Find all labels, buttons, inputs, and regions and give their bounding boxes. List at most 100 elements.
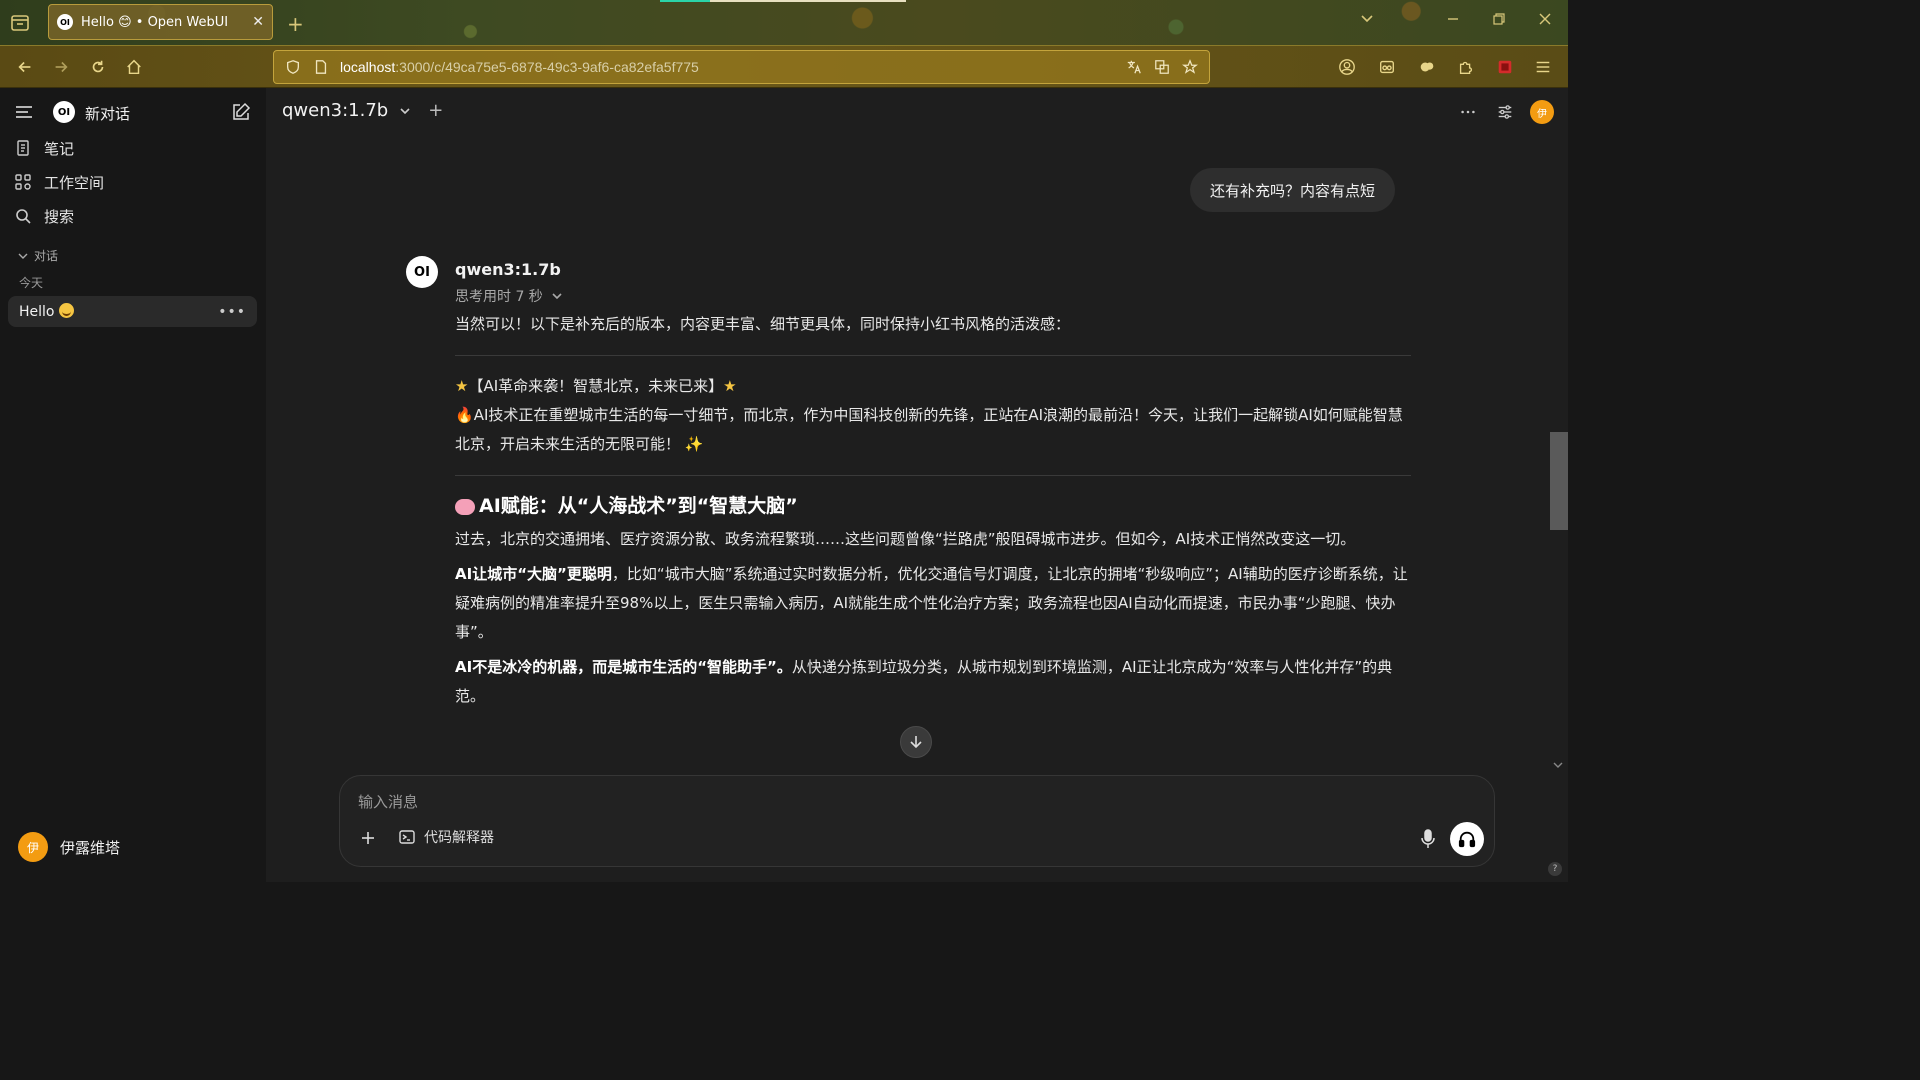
restore-icon[interactable]	[1492, 12, 1506, 30]
brain-emoji-icon	[455, 498, 475, 515]
help-icon[interactable]: ?	[1548, 862, 1562, 876]
translate-icon[interactable]	[1125, 58, 1143, 76]
user-avatar: 伊	[18, 832, 48, 862]
new-chat-edit-icon[interactable]	[231, 102, 251, 122]
controls-sliders-icon[interactable]	[1495, 102, 1515, 122]
privacy-mask-icon[interactable]	[1376, 56, 1398, 78]
chat-title-text: Hello	[19, 304, 55, 320]
arrow-down-icon	[910, 736, 922, 749]
new-chat-label[interactable]: 新对话	[85, 103, 130, 124]
url-host: localhost	[340, 59, 396, 75]
fire-emoji-icon: 🔥	[455, 406, 474, 424]
chats-section-toggle[interactable]: 对话	[18, 247, 58, 264]
scrollbar-down-arrow-icon[interactable]	[1553, 760, 1563, 773]
code-interpreter-button[interactable]: 代码解释器	[398, 827, 494, 847]
back-arrow-icon[interactable]	[14, 56, 36, 78]
user-menu[interactable]: 伊 伊露维塔	[18, 832, 120, 862]
user-name: 伊露维塔	[60, 838, 121, 857]
close-window-icon[interactable]	[1538, 12, 1552, 30]
message-input[interactable]	[358, 790, 1458, 814]
extensions-puzzle-icon[interactable]	[1455, 56, 1477, 78]
assistant-name: qwen3:1.7b	[455, 260, 561, 279]
header-user-avatar[interactable]: 伊	[1530, 100, 1554, 124]
shield-icon[interactable]	[284, 58, 302, 76]
tab-title: Hello 😊 • Open WebUI	[81, 14, 229, 30]
banner-text: 【AI革命来袭！智慧北京，未来已来】	[468, 377, 724, 395]
reload-icon[interactable]	[87, 56, 109, 78]
chevron-down-icon	[552, 293, 562, 300]
tab-close-icon[interactable]: ✕	[252, 14, 264, 30]
sidebar-item-search[interactable]: 搜索	[14, 204, 74, 228]
thinking-duration: 思考用时 7 秒	[455, 289, 543, 305]
thinking-toggle[interactable]: 思考用时 7 秒	[455, 286, 563, 306]
url-path: :3000/c/49ca75e5-6878-49c3-9af6-ca82efa5…	[395, 59, 699, 75]
more-options-icon[interactable]	[1458, 102, 1478, 122]
voice-mode-button[interactable]	[1450, 822, 1484, 856]
extension-cloud-icon[interactable]	[1416, 56, 1438, 78]
url-text[interactable]: localhost:3000/c/49ca75e5-6878-49c3-9af6…	[340, 59, 1115, 75]
model-name: qwen3:1.7b	[282, 100, 389, 121]
paragraph-1: 过去，北京的交通拥堵、医疗资源分散、政务流程繁琐……这些问题曾像“拦路虎”般阻碍…	[455, 530, 1356, 548]
star-emoji-icon: ★	[723, 377, 737, 395]
translate-page-icon[interactable]	[1153, 58, 1171, 76]
browser-nav-bar: localhost:3000/c/49ca75e5-6878-49c3-9af6…	[0, 46, 1568, 88]
extension-red-icon[interactable]	[1494, 56, 1516, 78]
paragraph-2-bold: AI让城市“大脑”更聪明	[455, 565, 612, 583]
browser-menu-icon[interactable]	[1532, 56, 1554, 78]
model-selector[interactable]: qwen3:1.7b +	[282, 100, 443, 121]
chat-list-item[interactable]: Hello •••	[8, 296, 257, 327]
scroll-to-bottom-button[interactable]	[900, 726, 932, 758]
chat-title: Hello	[19, 303, 218, 320]
message-composer: 代码解释器	[339, 775, 1495, 867]
address-bar[interactable]: localhost:3000/c/49ca75e5-6878-49c3-9af6…	[273, 50, 1210, 84]
bookmark-star-icon[interactable]	[1181, 58, 1199, 76]
sidebar-item-notes[interactable]: 笔记	[14, 136, 74, 160]
chat-main: qwen3:1.7b + 伊 还有补充吗？内容有点短 OI qwen3:1.7b…	[266, 88, 1568, 882]
account-icon[interactable]	[1336, 56, 1358, 78]
new-tab-button[interactable]: +	[287, 12, 304, 36]
chevron-down-icon	[18, 253, 28, 259]
scrollbar-thumb[interactable]	[1550, 432, 1568, 530]
page-info-icon[interactable]	[312, 58, 330, 76]
microphone-icon[interactable]	[1418, 828, 1438, 850]
openwebui-logo-icon[interactable]: OI	[53, 101, 75, 123]
sidebar-item-label: 工作空间	[44, 173, 105, 192]
sidebar: OI 新对话 笔记 工作空间 搜索 对话 今天 Hello ••• 伊 伊露维塔	[0, 88, 266, 882]
workspace-icon	[15, 174, 31, 190]
lead-text: AI技术正在重塑城市生活的每一寸细节，而北京，作为中国科技创新的先锋，正站在AI…	[455, 406, 1403, 453]
add-model-button[interactable]: +	[428, 100, 443, 121]
terminal-icon	[399, 830, 415, 844]
star-emoji-icon: ★	[455, 377, 469, 395]
sidebar-item-label: 笔记	[44, 139, 75, 158]
sparkles-emoji-icon: ✨	[684, 435, 704, 453]
home-icon[interactable]	[123, 56, 145, 78]
tab-list-chevron-icon[interactable]	[1360, 12, 1374, 30]
minimize-icon[interactable]	[1446, 12, 1460, 30]
chat-more-options-icon[interactable]: •••	[218, 304, 246, 320]
browser-tab[interactable]: OI Hello 😊 • Open WebUI ✕	[48, 4, 273, 40]
banner-line: ★【AI革命来袭！智慧北京，未来已来】★	[455, 372, 1411, 401]
forward-arrow-icon[interactable]	[50, 56, 72, 78]
sidebar-toggle-icon[interactable]	[10, 13, 30, 33]
assistant-intro: 当然可以！以下是补充后的版本，内容更丰富、细节更具体，同时保持小红书风格的活泼感…	[455, 315, 1071, 333]
chat-group-label: 今天	[19, 276, 44, 290]
paragraph-2: AI让城市“大脑”更聪明，比如“城市大脑”系统通过实时数据分析，优化交通信号灯调…	[455, 560, 1411, 647]
code-interpreter-label: 代码解释器	[424, 830, 494, 846]
assistant-avatar: OI	[406, 256, 438, 288]
divider	[455, 355, 1411, 356]
section-heading: AI赋能：从“人海战术”到“智慧大脑”	[455, 492, 1411, 521]
attach-plus-icon[interactable]	[356, 826, 380, 850]
user-message: 还有补充吗？内容有点短	[1190, 168, 1396, 212]
chats-section-label: 对话	[34, 249, 59, 263]
section-heading-text: AI赋能：从“人海战术”到“智慧大脑”	[479, 495, 798, 517]
sidebar-item-label: 搜索	[44, 207, 75, 226]
browser-tab-bar: OI Hello 😊 • Open WebUI ✕ +	[0, 0, 1568, 46]
search-icon	[16, 209, 31, 224]
lead-paragraph: 🔥AI技术正在重塑城市生活的每一寸细节，而北京，作为中国科技创新的先锋，正站在A…	[455, 401, 1411, 459]
chevron-down-icon	[400, 107, 410, 114]
notes-icon	[17, 140, 29, 156]
headphones-icon	[1458, 831, 1476, 848]
sidebar-item-workspace[interactable]: 工作空间	[14, 170, 104, 194]
paragraph-3-bold: AI不是冰冷的机器，而是城市生活的“智能助手”。	[455, 658, 792, 676]
sidebar-collapse-icon[interactable]	[14, 102, 34, 122]
